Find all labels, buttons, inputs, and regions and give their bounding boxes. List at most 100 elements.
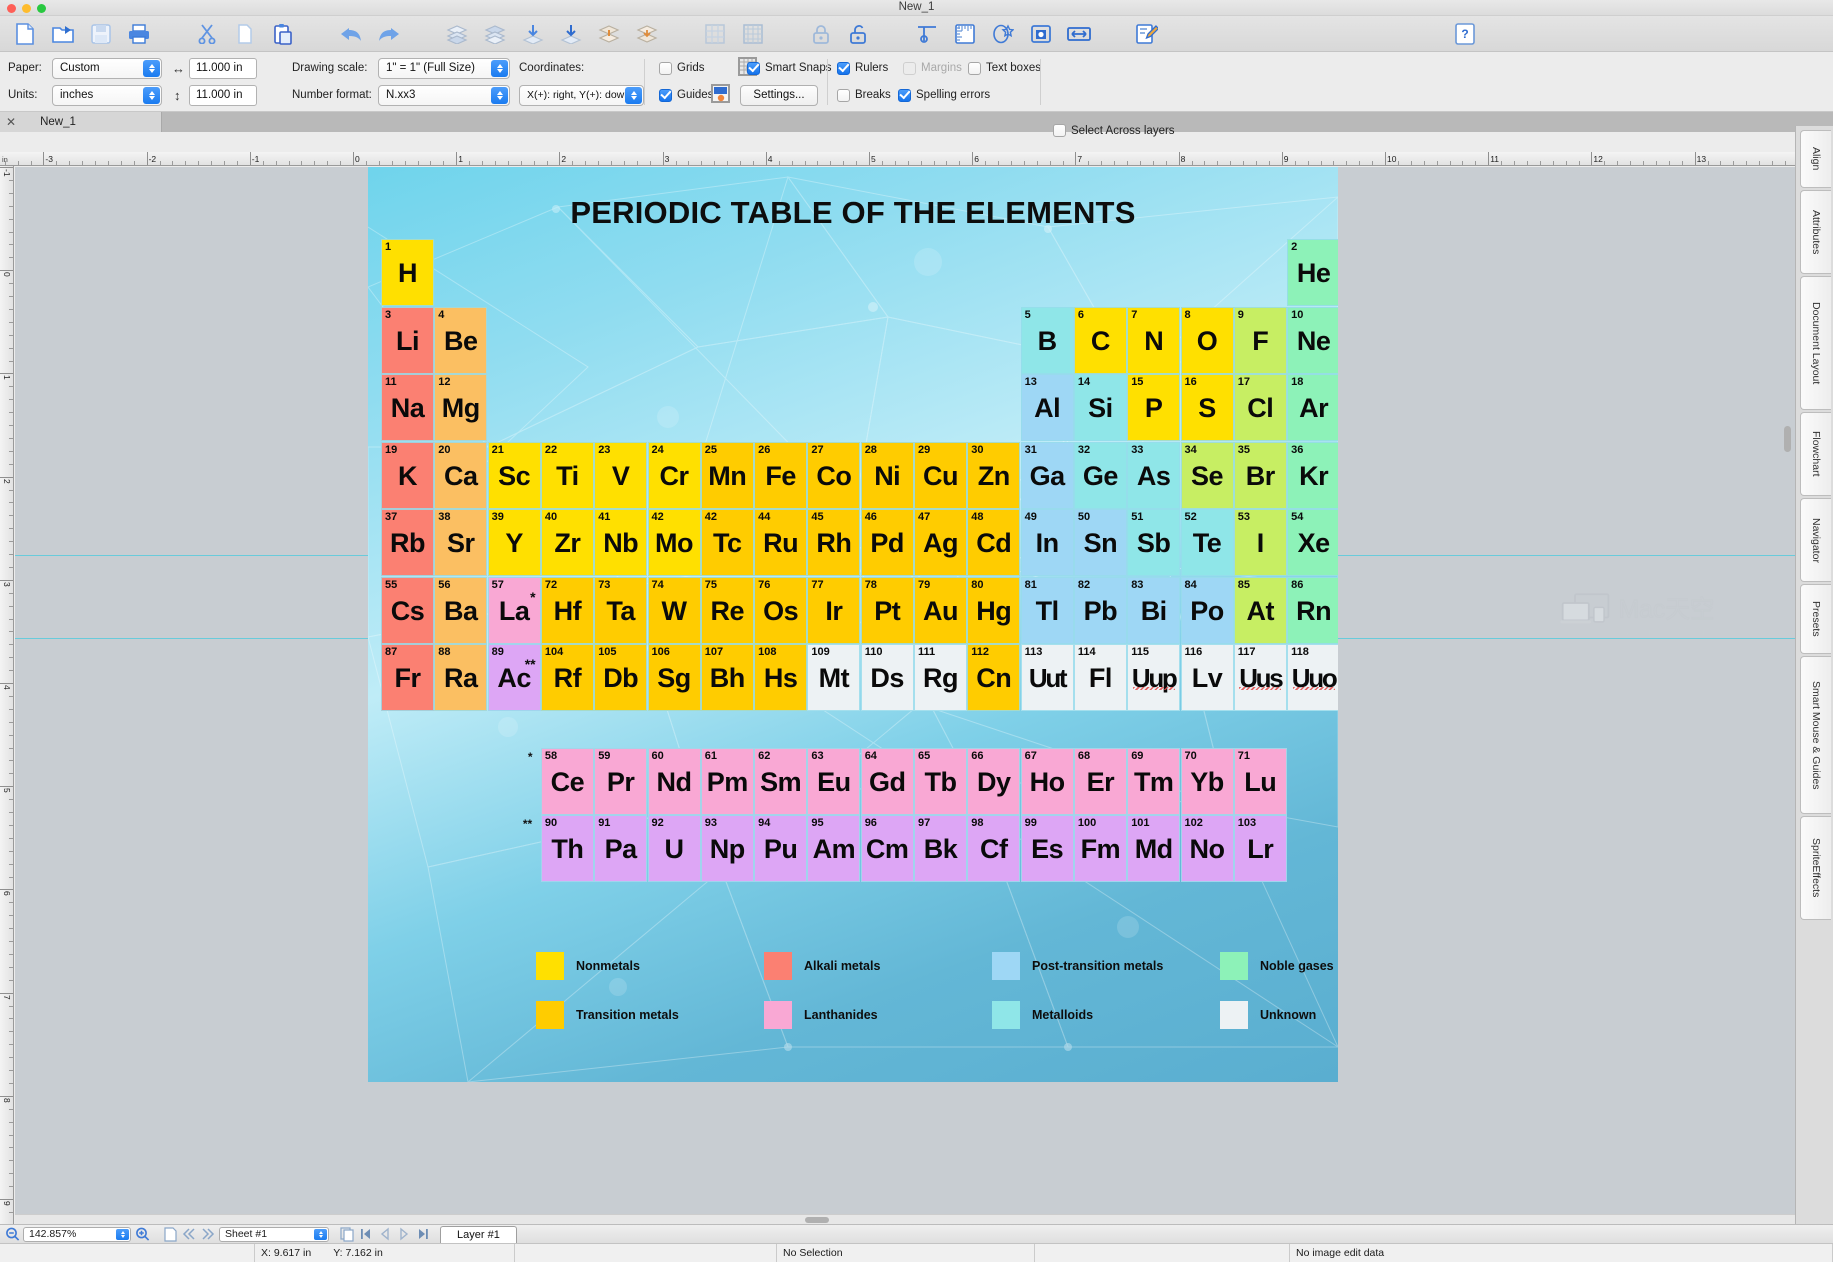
- element-cell[interactable]: 75 Re: [700, 576, 754, 644]
- show-grid-icon[interactable]: [696, 18, 734, 50]
- number-format-select[interactable]: N.xx3: [378, 84, 510, 106]
- chevron-updown-icon[interactable]: [491, 86, 508, 104]
- print-icon[interactable]: [120, 18, 158, 50]
- select-across-layers-checkbox[interactable]: Select Across layers: [1053, 124, 1175, 137]
- lock-icon[interactable]: [802, 18, 840, 50]
- element-cell[interactable]: 42 Tc: [700, 509, 754, 576]
- open-folder-icon[interactable]: [44, 18, 82, 50]
- element-cell[interactable]: 91 Pa: [594, 815, 648, 882]
- element-cell[interactable]: 11 Na: [381, 374, 434, 441]
- element-cell[interactable]: 28 Ni: [860, 441, 914, 509]
- coordinates-select[interactable]: X(+): right, Y(+): down: [519, 84, 644, 106]
- redo-icon[interactable]: [370, 18, 408, 50]
- element-cell[interactable]: 5B: [1020, 306, 1074, 374]
- element-cell[interactable]: 22 Ti: [540, 441, 594, 509]
- element-cell[interactable]: 62 Sm: [754, 747, 808, 815]
- element-cell[interactable]: 110 Ds: [860, 644, 914, 711]
- element-cell[interactable]: 65 Tb: [914, 747, 967, 815]
- nav-next-icon[interactable]: [396, 1227, 412, 1242]
- element-cell[interactable]: 66 Dy: [967, 747, 1021, 815]
- element-cell[interactable]: 81 Tl: [1020, 576, 1074, 644]
- element-cell[interactable]: 95 Am: [807, 815, 861, 882]
- element-cell[interactable]: 105 Db: [594, 644, 648, 711]
- element-cell[interactable]: 51 Sb: [1127, 509, 1181, 576]
- chevron-updown-icon[interactable]: [625, 86, 642, 104]
- page-icon[interactable]: [162, 1226, 178, 1242]
- smart-mouse-icon[interactable]: [984, 18, 1022, 50]
- element-cell[interactable]: 117 Uus: [1233, 644, 1287, 711]
- element-cell[interactable]: 64 Gd: [860, 747, 914, 815]
- sidebar-tab-attributes[interactable]: Attributes: [1800, 190, 1831, 274]
- element-cell[interactable]: 101 Md: [1127, 815, 1181, 882]
- element-cell[interactable]: 86 Rn: [1287, 576, 1338, 644]
- element-cell[interactable]: 36 Kr: [1287, 441, 1338, 509]
- nav-prev-icon[interactable]: [377, 1227, 393, 1242]
- element-cell[interactable]: 68 Er: [1073, 747, 1127, 815]
- element-cell[interactable]: 104 Rf: [540, 644, 594, 711]
- checkbox-box[interactable]: [968, 61, 981, 75]
- guide-settings-icon[interactable]: [710, 83, 731, 107]
- element-cell[interactable]: 92 U: [647, 815, 701, 882]
- element-cell[interactable]: 71 Lu: [1233, 747, 1287, 815]
- checkbox-box[interactable]: [659, 88, 672, 102]
- element-cell[interactable]: 87 Fr: [381, 644, 434, 711]
- sidebar-tab-smart-mouse-guides[interactable]: Smart Mouse & Guides: [1800, 656, 1831, 814]
- rulers-checkbox[interactable]: Rulers: [837, 61, 888, 75]
- element-cell[interactable]: 31 Ga: [1020, 441, 1074, 509]
- element-cell[interactable]: 21 Sc: [487, 441, 541, 509]
- settings-button[interactable]: Settings...: [740, 84, 818, 106]
- zoom-target-icon[interactable]: [1022, 18, 1060, 50]
- element-cell[interactable]: 44 Ru: [754, 509, 808, 576]
- paper-height-input[interactable]: 11.000 in: [189, 84, 257, 106]
- element-cell[interactable]: 17 Cl: [1233, 374, 1287, 441]
- element-cell[interactable]: 102 No: [1180, 815, 1234, 882]
- element-cell[interactable]: 116 Lv: [1180, 644, 1234, 711]
- element-cell[interactable]: 115 Uup: [1127, 644, 1181, 711]
- element-cell[interactable]: 85 At: [1233, 576, 1287, 644]
- element-cell[interactable]: 74 W: [647, 576, 701, 644]
- send-to-back-icon[interactable]: [476, 18, 514, 50]
- element-cell[interactable]: 56 Ba: [434, 576, 488, 644]
- sidebar-tab-navigator[interactable]: Navigator: [1800, 498, 1831, 582]
- chevron-updown-icon[interactable]: [314, 1228, 327, 1240]
- sidebar-tab-document-layout[interactable]: Document Layout: [1800, 276, 1831, 410]
- cut-icon[interactable]: [188, 18, 226, 50]
- element-cell[interactable]: 13 Al: [1020, 374, 1074, 441]
- element-cell[interactable]: 83 Bi: [1127, 576, 1181, 644]
- bring-to-front-icon[interactable]: [438, 18, 476, 50]
- element-cell[interactable]: 106 Sg: [647, 644, 701, 711]
- checkbox-box[interactable]: [898, 88, 911, 102]
- element-cell[interactable]: 52 Te: [1180, 509, 1234, 576]
- element-cell[interactable]: 93 Np: [700, 815, 754, 882]
- element-cell[interactable]: 2 He: [1287, 239, 1338, 306]
- element-cell[interactable]: 100 Fm: [1073, 815, 1127, 882]
- element-cell[interactable]: 4 Be: [434, 306, 488, 374]
- unlock-icon[interactable]: [840, 18, 878, 50]
- element-cell[interactable]: 59 Pr: [594, 747, 648, 815]
- element-cell[interactable]: 79 Au: [914, 576, 967, 644]
- element-cell[interactable]: 48 Cd: [967, 509, 1021, 576]
- element-cell[interactable]: 39 Y: [487, 509, 541, 576]
- checkbox-box[interactable]: [1053, 124, 1066, 137]
- edit-mode-icon[interactable]: [1128, 18, 1166, 50]
- document-page[interactable]: PERIODIC TABLE OF THE ELEMENTS 1 H 2 He 3 Li 4…: [368, 167, 1338, 1082]
- horizontal-scrollbar[interactable]: [15, 1214, 1795, 1224]
- element-cell[interactable]: 113 Uut: [1020, 644, 1074, 711]
- copy-icon[interactable]: [226, 18, 264, 50]
- smart-snaps-checkbox[interactable]: Smart Snaps: [747, 61, 831, 75]
- element-cell[interactable]: 70 Yb: [1180, 747, 1234, 815]
- element-cell[interactable]: 84 Po: [1180, 576, 1234, 644]
- element-cell[interactable]: 108 Hs: [754, 644, 808, 711]
- checkbox-box[interactable]: [747, 61, 760, 75]
- element-cell[interactable]: 58 Ce: [540, 747, 594, 815]
- element-cell[interactable]: 3 Li: [381, 306, 434, 374]
- show-guides-icon[interactable]: [908, 18, 946, 50]
- element-cell[interactable]: 82 Pb: [1073, 576, 1127, 644]
- element-cell[interactable]: 6C: [1073, 306, 1127, 374]
- element-cell[interactable]: 9F: [1233, 306, 1287, 374]
- element-cell[interactable]: 54 Xe: [1287, 509, 1338, 576]
- element-cell[interactable]: 111 Rg: [914, 644, 967, 711]
- group-icon[interactable]: [590, 18, 628, 50]
- snap-grid-icon[interactable]: [734, 18, 772, 50]
- element-cell[interactable]: 25 Mn: [700, 441, 754, 509]
